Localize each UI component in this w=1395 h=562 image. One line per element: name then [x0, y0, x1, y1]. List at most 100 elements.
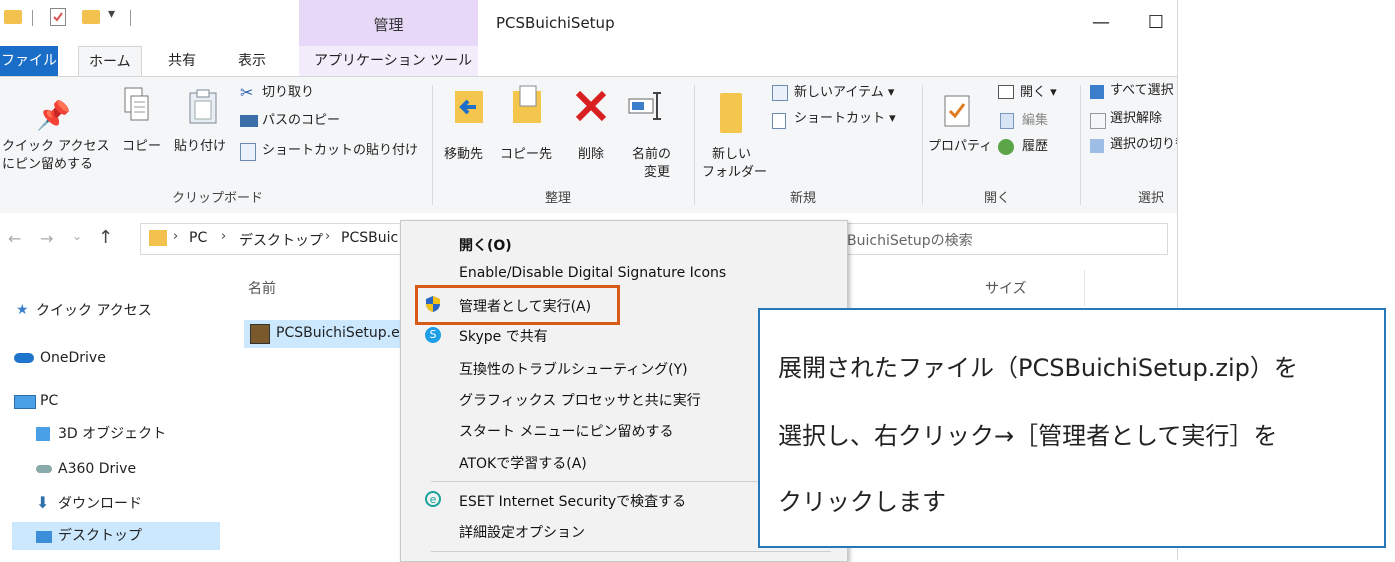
tab-home[interactable]: ホーム — [78, 46, 142, 77]
edit-icon — [1000, 113, 1014, 129]
breadcrumb-chevron-icon: › — [325, 229, 331, 244]
copy-to-button[interactable]: コピー先 — [500, 147, 552, 163]
history-button[interactable]: 履歴 — [1022, 139, 1048, 155]
3d-objects-icon — [36, 427, 50, 441]
select-none-button[interactable]: 選択解除 — [1110, 111, 1162, 127]
nav-a360-drive[interactable]: A360 Drive — [58, 455, 136, 483]
properties-quick-icon[interactable] — [50, 8, 66, 26]
properties-button[interactable]: プロパティ — [928, 139, 992, 155]
breadcrumb-pc[interactable]: PC — [189, 230, 207, 246]
title-bar: ▾ 管理 PCSBuichiSetup — ☐ — [0, 0, 1177, 46]
ribbon-tabs: ファイル ホーム 共有 表示 アプリケーション ツール — [0, 46, 1177, 77]
rename-icon[interactable] — [628, 91, 664, 121]
properties-icon[interactable] — [944, 95, 970, 127]
new-folder-label-1[interactable]: 新しい — [712, 147, 751, 163]
new-folder-quick-icon[interactable] — [82, 10, 100, 24]
tab-share[interactable]: 共有 — [158, 46, 206, 76]
move-to-button[interactable]: 移動先 — [444, 147, 483, 163]
menu-item-advanced-options[interactable]: 詳細設定オプション — [459, 522, 585, 542]
move-to-icon[interactable] — [452, 89, 486, 125]
menu-item-pin-to-start[interactable]: スタート メニューにピン留めする — [459, 421, 673, 441]
breadcrumb-folder[interactable]: PCSBuic — [341, 230, 398, 246]
pin-icon: 📌 — [36, 99, 71, 132]
paste-icon[interactable] — [188, 89, 218, 125]
search-box[interactable]: BuichiSetupの検索 — [836, 223, 1168, 255]
paste-shortcut-button[interactable]: ショートカットの貼り付け — [262, 143, 418, 159]
menu-item-troubleshoot[interactable]: 互換性のトラブルシューティング(Y) — [459, 359, 688, 379]
new-item-icon — [772, 85, 788, 101]
delete-icon[interactable] — [574, 89, 608, 123]
breadcrumb-chevron-icon: › — [173, 229, 179, 244]
menu-item-eset-scan[interactable]: ESET Internet Securityで検査する — [459, 491, 686, 511]
column-header-name[interactable]: 名前 — [248, 278, 276, 298]
a360-icon — [36, 465, 52, 473]
maximize-button[interactable]: ☐ — [1138, 6, 1174, 40]
nav-quick-access[interactable]: クイック アクセス — [36, 297, 152, 325]
copy-icon[interactable] — [124, 87, 150, 123]
copy-path-button[interactable]: パスのコピー — [262, 113, 340, 129]
file-name[interactable]: PCSBuichiSetup.ex — [276, 325, 408, 341]
column-separator — [1084, 270, 1085, 306]
copy-path-icon — [240, 115, 258, 127]
cut-button[interactable]: 切り取り — [262, 85, 314, 101]
menu-item-run-with-gpu[interactable]: グラフィックス プロセッサと共に実行 — [459, 390, 701, 410]
skype-icon: S — [425, 327, 441, 343]
new-group-label: 新規 — [790, 191, 817, 206]
copy-button[interactable]: コピー — [122, 139, 161, 155]
callout-line-1: 展開されたファイル（PCSBuichiSetup.zip）を — [778, 354, 1298, 382]
nav-downloads[interactable]: ダウンロード — [58, 490, 142, 518]
nav-3d-objects[interactable]: 3D オブジェクト — [58, 420, 166, 448]
up-icon[interactable]: ↑ — [98, 227, 113, 248]
ribbon: 📌 クイック アクセス にピン留めする コピー 貼り付け ✂ 切り取り パスのコ… — [0, 76, 1177, 214]
customize-qat-icon[interactable]: ▾ — [108, 6, 115, 22]
pin-label-2[interactable]: にピン留めする — [2, 157, 93, 173]
open-group-label: 開く — [984, 191, 1011, 206]
cut-icon: ✂ — [240, 83, 254, 102]
pin-label-1[interactable]: クイック アクセス — [2, 139, 109, 155]
new-folder-icon[interactable] — [720, 93, 742, 133]
nav-desktop[interactable]: デスクトップ — [58, 522, 142, 550]
folder-icon — [149, 230, 167, 246]
shortcut-icon — [772, 113, 786, 129]
star-icon: ★ — [16, 302, 29, 318]
menu-item-atok-learn[interactable]: ATOKで学習する(A) — [459, 453, 587, 473]
back-icon[interactable]: ← — [8, 229, 21, 248]
nav-pc[interactable]: PC — [40, 387, 58, 415]
recent-locations-icon[interactable]: ⌄ — [72, 229, 82, 243]
desktop-icon — [36, 531, 52, 543]
menu-item-open[interactable]: 開く(O) — [459, 235, 512, 255]
open-button[interactable]: 開く ▾ — [1020, 85, 1057, 101]
tab-view[interactable]: 表示 — [228, 46, 276, 76]
new-folder-label-2[interactable]: フォルダー — [702, 165, 767, 181]
paste-button[interactable]: 貼り付け — [174, 139, 226, 155]
title-separator — [32, 10, 33, 26]
column-header-size[interactable]: サイズ — [985, 278, 1027, 298]
delete-button[interactable]: 削除 — [578, 147, 604, 163]
menu-item-digital-signature[interactable]: Enable/Disable Digital Signature Icons — [459, 265, 726, 281]
group-separator — [694, 85, 695, 205]
clipboard-group-label: クリップボード — [172, 191, 264, 206]
select-all-button[interactable]: すべて選択 — [1110, 83, 1174, 99]
shortcut-button[interactable]: ショートカット ▾ — [794, 111, 896, 127]
forward-icon[interactable]: → — [40, 229, 53, 248]
tab-application-tools[interactable]: アプリケーション ツール — [304, 46, 482, 76]
open-icon — [998, 85, 1014, 99]
edit-button[interactable]: 編集 — [1022, 113, 1048, 129]
nav-onedrive[interactable]: OneDrive — [40, 344, 106, 372]
copy-to-icon[interactable] — [510, 85, 544, 125]
tab-file[interactable]: ファイル — [0, 46, 58, 76]
rename-label-1[interactable]: 名前の — [632, 147, 671, 163]
invert-selection-button[interactable]: 選択の切り替え — [1110, 137, 1177, 153]
history-icon — [998, 139, 1014, 155]
navigation-pane: ★ クイック アクセス OneDrive PC 3D オブジェクト A360 D… — [0, 265, 230, 560]
pc-icon — [14, 395, 36, 409]
rename-label-2[interactable]: 変更 — [644, 165, 670, 181]
paste-shortcut-icon — [240, 143, 256, 161]
select-all-icon — [1090, 85, 1104, 99]
minimize-button[interactable]: — — [1083, 6, 1119, 40]
organize-group-label: 整理 — [545, 191, 572, 206]
new-item-button[interactable]: 新しいアイテム ▾ — [794, 85, 894, 101]
menu-item-skype-share[interactable]: Skype で共有 — [459, 326, 548, 346]
group-separator — [432, 85, 433, 205]
breadcrumb-desktop[interactable]: デスクトップ — [239, 230, 323, 250]
